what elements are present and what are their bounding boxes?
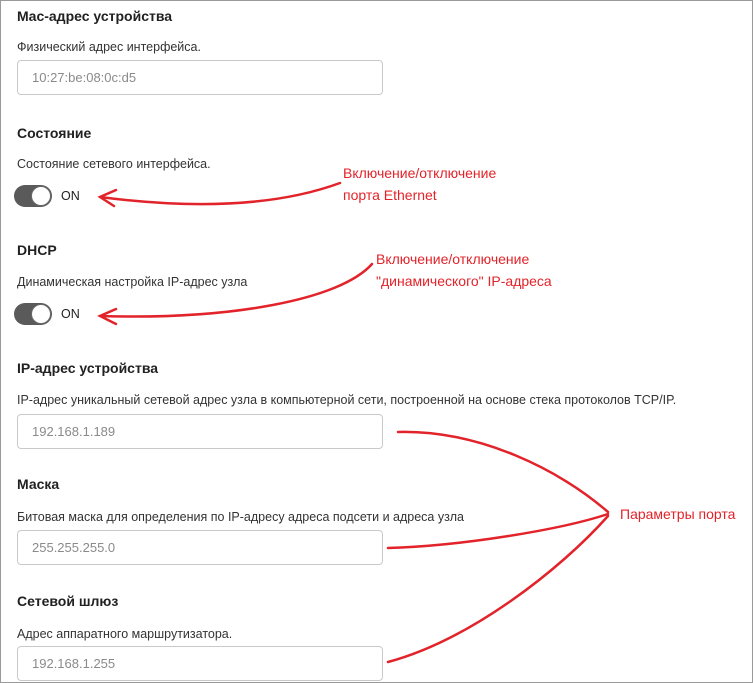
arrow-ip [396, 430, 610, 514]
state-title: Состояние [17, 125, 92, 141]
mask-title: Маска [17, 476, 60, 492]
annotation-port-params: Параметры порта [620, 506, 736, 522]
annotation-dhcp-line2: "динамического" IP-адреса [376, 273, 552, 289]
mask-description: Битовая маска для определения по IP-адре… [17, 510, 464, 524]
dhcp-toggle[interactable]: ON [14, 303, 80, 325]
screenshot-frame [0, 0, 753, 683]
state-description: Состояние сетевого интерфейса. [17, 157, 211, 171]
state-toggle[interactable]: ON [14, 185, 80, 207]
arrowhead-dhcp [97, 307, 118, 326]
annotation-ethernet-line1: Включение/отключение [343, 165, 497, 181]
gateway-description: Адрес аппаратного маршрутизатора. [17, 627, 233, 641]
state-toggle-knob [31, 186, 51, 206]
dhcp-toggle-knob [31, 304, 51, 324]
dhcp-toggle-label: ON [61, 307, 80, 321]
arrow-ethernet [98, 181, 342, 206]
annotation-arrows [97, 181, 610, 664]
arrow-dhcp [98, 262, 374, 318]
mac-description: Физический адрес интерфейса. [17, 40, 201, 54]
annotation-ethernet-line2: порта Ethernet [343, 187, 437, 203]
mask-field[interactable] [17, 530, 383, 565]
gateway-field[interactable] [17, 646, 383, 681]
dhcp-description: Динамическая настройка IP-адрес узла [17, 275, 248, 289]
mac-address-field[interactable] [17, 60, 383, 95]
ip-description: IP-адрес уникальный сетевой адрес узла в… [17, 393, 677, 407]
ip-address-field[interactable] [17, 414, 383, 449]
state-toggle-label: ON [61, 189, 80, 203]
mac-title: Mac-адрес устройства [17, 8, 173, 24]
annotation-dhcp-line1: Включение/отключение [376, 251, 530, 267]
state-toggle-track [14, 185, 52, 207]
dhcp-title: DHCP [17, 242, 57, 258]
arrow-gateway [386, 514, 610, 664]
ip-title: IP-адрес устройства [17, 360, 159, 376]
gateway-title: Сетевой шлюз [17, 593, 119, 609]
dhcp-toggle-track [14, 303, 52, 325]
arrowhead-ethernet [97, 188, 118, 208]
